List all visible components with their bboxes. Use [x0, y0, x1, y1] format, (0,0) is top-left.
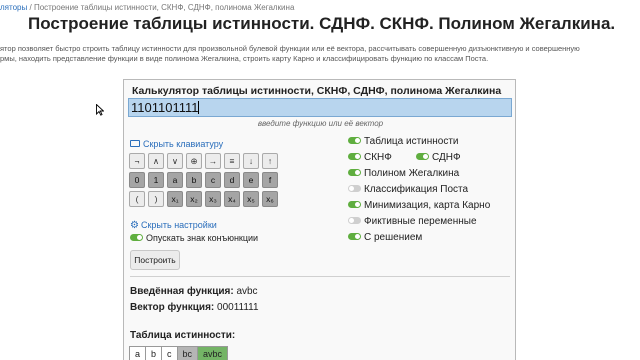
- key-a[interactable]: a: [167, 172, 183, 188]
- page-description: ятор позволяет быстро строить таблицу ис…: [0, 44, 640, 64]
- option-karnaugh-label: Минимизация, карта Карно: [364, 200, 491, 211]
- breadcrumb-current: Построение таблицы истинности, СКНФ, СДН…: [33, 3, 295, 12]
- option-post[interactable]: Классификация Поста: [348, 184, 468, 195]
- entered-function-line: Введённая функция: avbc: [130, 286, 258, 297]
- keyboard-row-operators: ¬ ∧ ∨ ⊕ → ≡ ↓ ↑: [129, 153, 278, 169]
- with-solution-switch[interactable]: [348, 233, 361, 240]
- option-sknf-label: СКНФ: [364, 152, 392, 163]
- hide-settings-label: Скрыть настройки: [140, 220, 217, 230]
- keyboard-row-indexed: ( ) x₁ x₂ x₃ x₄ x₅ x₆: [129, 191, 278, 207]
- hide-keyboard-link[interactable]: Скрыть клавиатуру: [130, 139, 223, 149]
- sdnf-switch[interactable]: [416, 153, 429, 160]
- text-caret: [198, 101, 200, 114]
- post-switch[interactable]: [348, 185, 361, 192]
- option-karnaugh[interactable]: Минимизация, карта Карно: [348, 200, 490, 211]
- option-with-solution-label: С решением: [364, 232, 423, 243]
- keyboard-row-variables: 0 1 a b c d e f: [129, 172, 278, 188]
- karnaugh-switch[interactable]: [348, 201, 361, 208]
- truth-table-switch[interactable]: [348, 137, 361, 144]
- description-line-1: ятор позволяет быстро строить таблицу ис…: [0, 44, 580, 53]
- key-x1[interactable]: x₁: [167, 191, 183, 207]
- function-input-value: 1101101111: [131, 100, 199, 115]
- build-button[interactable]: Построить: [130, 250, 180, 270]
- key-nand[interactable]: ↑: [262, 153, 278, 169]
- key-b[interactable]: b: [186, 172, 202, 188]
- vector-function-line: Вектор функция: 00011111: [130, 302, 259, 313]
- hide-keyboard-label: Скрыть клавиатуру: [143, 139, 224, 149]
- key-c[interactable]: c: [205, 172, 221, 188]
- key-f[interactable]: f: [262, 172, 278, 188]
- key-x6[interactable]: x₆: [262, 191, 278, 207]
- key-1[interactable]: 1: [148, 172, 164, 188]
- option-sdnf-label: СДНФ: [432, 152, 461, 163]
- key-x5[interactable]: x₅: [243, 191, 259, 207]
- calculator-title: Калькулятор таблицы истинности, СКНФ, СД…: [132, 85, 502, 97]
- omit-conjunction-label: Опускать знак конъюнкции: [146, 233, 259, 243]
- option-zhegalkin[interactable]: Полином Жегалкина: [348, 168, 459, 179]
- sknf-switch[interactable]: [348, 153, 361, 160]
- option-dummy-vars-label: Фиктивные переменные: [364, 216, 477, 227]
- vector-function-value: 00011111: [217, 302, 259, 313]
- entered-function-value: avbc: [236, 286, 258, 297]
- omit-conjunction-switch[interactable]: [130, 234, 143, 241]
- truth-table-header: a b c bc avbc: [129, 346, 229, 360]
- key-d[interactable]: d: [224, 172, 240, 188]
- key-not[interactable]: ¬: [129, 153, 145, 169]
- truth-table-heading: Таблица истинности:: [130, 330, 236, 341]
- truth-table-header-a: a: [129, 346, 147, 360]
- option-truth-table[interactable]: Таблица истинности: [348, 136, 459, 147]
- key-x3[interactable]: x₃: [205, 191, 221, 207]
- option-truth-table-label: Таблица истинности: [364, 136, 459, 147]
- key-0[interactable]: 0: [129, 172, 145, 188]
- gear-icon: ⚙: [130, 220, 139, 231]
- result-divider: [130, 276, 510, 277]
- truth-table-header-result: avbc: [197, 346, 229, 360]
- truth-table-header-c: c: [161, 346, 178, 360]
- key-xor[interactable]: ⊕: [186, 153, 202, 169]
- description-line-2: рмы, находить представление функции в ви…: [0, 54, 489, 63]
- key-or[interactable]: ∨: [167, 153, 183, 169]
- breadcrumb: ляторы / Построение таблицы истинности, …: [0, 3, 294, 12]
- key-and[interactable]: ∧: [148, 153, 164, 169]
- option-dummy-vars[interactable]: Фиктивные переменные: [348, 216, 477, 227]
- key-implies[interactable]: →: [205, 153, 221, 169]
- entered-function-label: Введённая функция:: [130, 286, 234, 297]
- function-input[interactable]: 1101101111: [128, 98, 512, 117]
- key-equiv[interactable]: ≡: [224, 153, 240, 169]
- truth-table-header-bc: bc: [176, 346, 199, 360]
- breadcrumb-calculators-link[interactable]: ляторы: [0, 3, 27, 12]
- option-zhegalkin-label: Полином Жегалкина: [364, 168, 460, 179]
- option-sknf[interactable]: СКНФ: [348, 152, 392, 163]
- key-x2[interactable]: x₂: [186, 191, 202, 207]
- dummy-vars-switch[interactable]: [348, 217, 361, 224]
- key-close-paren[interactable]: ): [148, 191, 164, 207]
- hide-settings-link[interactable]: ⚙ Скрыть настройки: [130, 220, 217, 231]
- key-open-paren[interactable]: (: [129, 191, 145, 207]
- key-x4[interactable]: x₄: [224, 191, 240, 207]
- function-input-hint: введите функцию или её вектор: [257, 119, 384, 128]
- mouse-cursor-icon: [96, 104, 104, 116]
- virtual-keyboard: ¬ ∧ ∨ ⊕ → ≡ ↓ ↑ 0 1 a b c d e f ( ) x₁ x…: [129, 153, 278, 210]
- omit-conjunction-toggle[interactable]: Опускать знак конъюнкции: [130, 233, 258, 243]
- page-title: Построение таблицы истинности. СДНФ. СКН…: [28, 14, 616, 33]
- option-sdnf[interactable]: СДНФ: [416, 152, 461, 163]
- vector-function-label: Вектор функция:: [130, 302, 215, 313]
- key-nor[interactable]: ↓: [243, 153, 259, 169]
- keyboard-icon: [130, 140, 140, 147]
- zhegalkin-switch[interactable]: [348, 169, 361, 176]
- truth-table-header-b: b: [145, 346, 163, 360]
- option-post-label: Классификация Поста: [364, 184, 469, 195]
- breadcrumb-separator: /: [29, 3, 32, 12]
- option-with-solution[interactable]: С решением: [348, 232, 422, 243]
- key-e[interactable]: e: [243, 172, 259, 188]
- calculator-panel: Калькулятор таблицы истинности, СКНФ, СД…: [123, 79, 516, 360]
